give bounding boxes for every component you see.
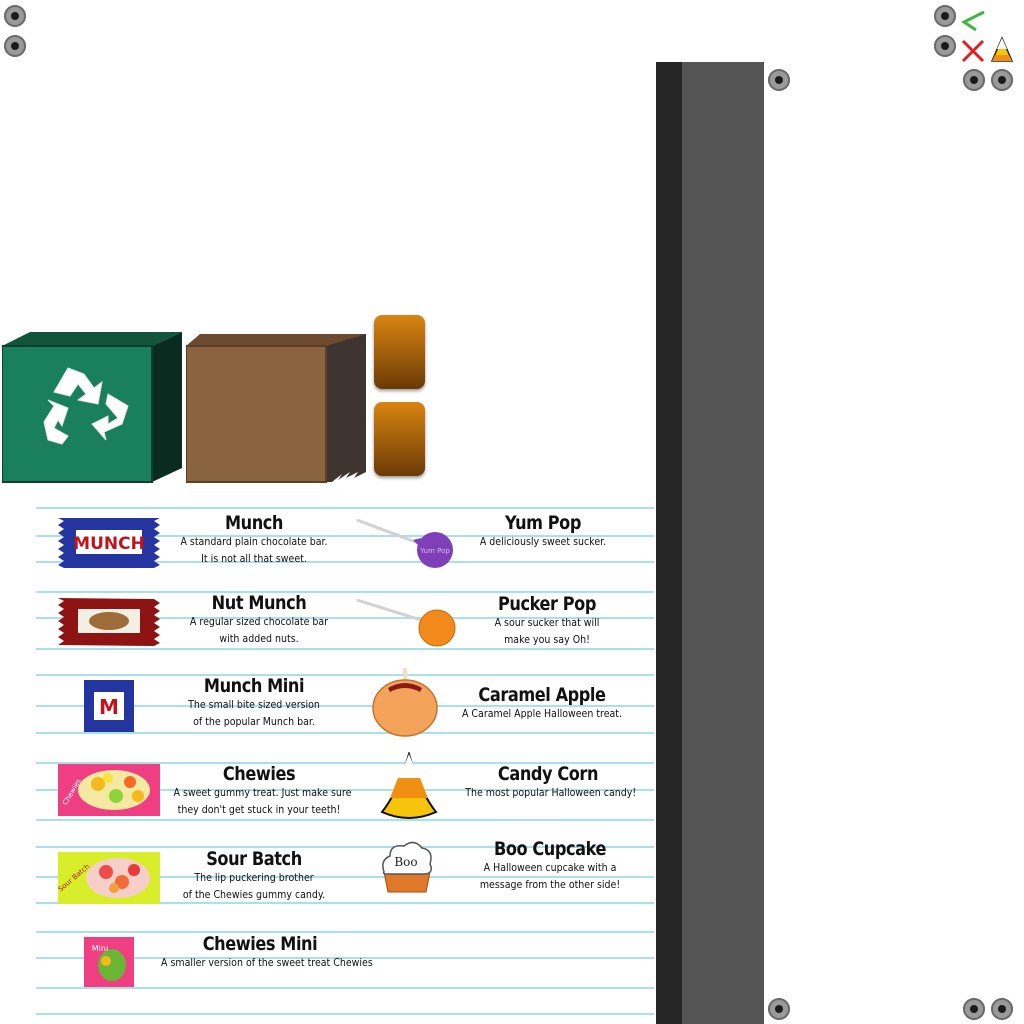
- sidebar-panel[interactable]: [682, 62, 764, 1024]
- eye-button-bottom-left[interactable]: [768, 998, 790, 1020]
- candy-description: A smaller version of the sweet treat Che…: [161, 957, 373, 969]
- candy-name: Chewies Mini: [202, 933, 318, 955]
- candy-name: Caramel Apple: [478, 684, 606, 706]
- paper-rule: [36, 674, 654, 676]
- candy-name: Munch: [224, 512, 284, 534]
- caramel-apple-icon[interactable]: [370, 668, 440, 738]
- candy-bag[interactable]: [186, 332, 368, 484]
- caramel-button-bottom[interactable]: [374, 402, 425, 476]
- eye-button-top-right-2[interactable]: [934, 35, 956, 57]
- munch-mini-wrapper-text: M: [99, 695, 119, 719]
- paper-rule: [36, 987, 654, 989]
- eye-button-top-right-1[interactable]: [934, 5, 956, 27]
- munch-wrapper-text: MUNCH: [73, 534, 145, 554]
- back-check-icon[interactable]: [958, 8, 988, 34]
- candy-nut-munch[interactable]: Nut Munch A regular sized chocolate bar …: [164, 592, 354, 648]
- candy-name: Chewies: [222, 763, 296, 785]
- candy-name: Yum Pop: [505, 512, 581, 534]
- candy-name: Nut Munch: [211, 592, 307, 614]
- candy-name: Boo Cupcake: [493, 838, 607, 860]
- candy-corn-icon-large[interactable]: [378, 752, 440, 824]
- candy-name: Pucker Pop: [497, 593, 596, 615]
- eye-button-sidebar-top-right-1[interactable]: [963, 69, 985, 91]
- paper-rule: [36, 1013, 654, 1015]
- candy-description: they don't get stuck in your teeth!: [177, 804, 341, 816]
- candy-boo-cupcake[interactable]: Boo Cupcake A Halloween cupcake with a m…: [460, 838, 640, 894]
- recycle-bin-icon[interactable]: [2, 332, 184, 484]
- eye-button-sidebar-top-left[interactable]: [768, 69, 790, 91]
- candy-description: make you say Oh!: [504, 634, 590, 646]
- sour-batch-bag-icon[interactable]: Sour Batch: [58, 852, 160, 904]
- candy-description: A deliciously sweet sucker.: [479, 536, 607, 548]
- paper-rule: [36, 507, 654, 509]
- munch-mini-icon[interactable]: M: [82, 680, 136, 732]
- candy-name: Sour Batch: [206, 848, 302, 870]
- close-icon[interactable]: [960, 38, 986, 64]
- candy-yum-pop[interactable]: Yum Pop A deliciously sweet sucker.: [460, 512, 626, 551]
- eye-button-top-left-1[interactable]: [4, 5, 26, 27]
- candy-description: A sweet gummy treat. Just make sure: [173, 787, 352, 799]
- candy-description: message from the other side!: [479, 879, 621, 891]
- candy-chewies-mini[interactable]: Chewies Mini A smaller version of the sw…: [150, 933, 373, 972]
- candy-description: The most popular Halloween candy!: [465, 787, 637, 799]
- candy-chewies[interactable]: Chewies A sweet gummy treat. Just make s…: [164, 763, 354, 819]
- candy-munch-mini[interactable]: Munch Mini The small bite sized version …: [164, 675, 344, 731]
- candy-description: The small bite sized version: [188, 699, 320, 711]
- candy-description: A standard plain chocolate bar.: [180, 536, 328, 548]
- sidebar-shadow: [656, 62, 682, 1024]
- candy-description: A sour sucker that will: [494, 617, 600, 629]
- eye-button-bottom-right-2[interactable]: [991, 998, 1013, 1020]
- chewies-bag-icon[interactable]: Chewies: [58, 764, 160, 816]
- candy-description: It is not all that sweet.: [201, 553, 307, 565]
- eye-button-sidebar-top-right-2[interactable]: [991, 69, 1013, 91]
- pucker-pop-lollipop-icon[interactable]: [355, 594, 457, 648]
- candy-description: A Caramel Apple Halloween treat.: [461, 708, 623, 720]
- candy-description: of the popular Munch bar.: [193, 716, 315, 728]
- paper-rule: [36, 819, 654, 821]
- candy-munch[interactable]: Munch A standard plain chocolate bar. It…: [164, 512, 344, 568]
- candy-pucker-pop[interactable]: Pucker Pop A sour sucker that will make …: [460, 593, 634, 649]
- yum-pop-lollipop-icon[interactable]: Yum Pop: [355, 516, 457, 570]
- candy-candy-corn[interactable]: Candy Corn The most popular Halloween ca…: [456, 763, 640, 802]
- nut-munch-bar-icon[interactable]: [58, 596, 160, 648]
- yum-pop-wrapper-text: Yum Pop: [419, 547, 450, 555]
- candy-description: A Halloween cupcake with a: [483, 862, 617, 874]
- chewies-mini-icon[interactable]: Mini: [84, 937, 134, 987]
- candy-description: A regular sized chocolate bar: [189, 616, 329, 628]
- candy-caramel-apple[interactable]: Caramel Apple A Caramel Apple Halloween …: [452, 684, 632, 723]
- eye-button-top-left-2[interactable]: [4, 35, 26, 57]
- chewies-mini-wrapper-text: Mini: [92, 944, 108, 953]
- paper-rule: [36, 732, 654, 734]
- munch-bar-icon[interactable]: MUNCH: [58, 516, 160, 570]
- candy-corn-icon[interactable]: [989, 36, 1015, 64]
- candy-description: of the Chewies gummy candy.: [182, 889, 326, 901]
- candy-description: The lip puckering brother: [194, 872, 314, 884]
- candy-name: Munch Mini: [203, 675, 305, 697]
- boo-cupcake-wrapper-text: Boo: [394, 855, 417, 869]
- boo-cupcake-icon[interactable]: Boo: [380, 840, 434, 894]
- candy-sour-batch[interactable]: Sour Batch The lip puckering brother of …: [164, 848, 344, 904]
- caramel-button-top[interactable]: [374, 315, 425, 389]
- eye-button-bottom-right-1[interactable]: [963, 998, 985, 1020]
- candy-name: Candy Corn: [497, 763, 599, 785]
- candy-description: with added nuts.: [219, 633, 299, 645]
